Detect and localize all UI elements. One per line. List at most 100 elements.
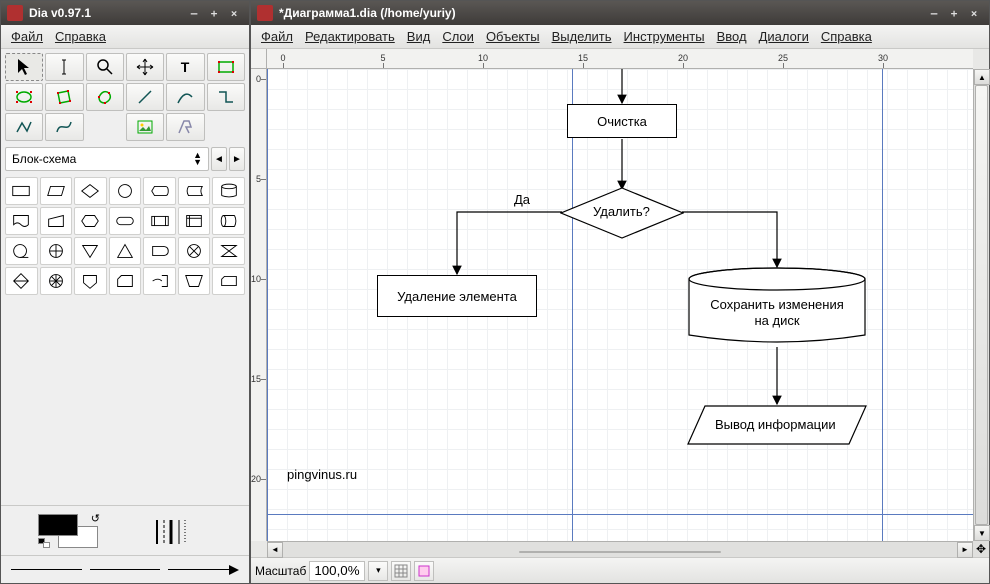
shape-preparation[interactable] (74, 207, 107, 235)
shape-collate[interactable] (212, 237, 245, 265)
pointer-tool[interactable] (5, 53, 43, 81)
sheet-combo[interactable]: Блок-схема ▲▼ (5, 147, 209, 171)
color-swatch[interactable]: ↺ (38, 514, 98, 548)
horizontal-ruler[interactable]: 051015202530 (267, 49, 973, 69)
sheet-name: Блок-схема (12, 152, 76, 166)
scroll-left-icon[interactable]: ◄ (267, 542, 283, 558)
canvas[interactable]: Очистка Удалить? Да Удаление элемента Со… (267, 69, 973, 541)
line-tool[interactable] (126, 83, 164, 111)
menu-help[interactable]: Справка (49, 27, 112, 46)
shape-summing[interactable] (40, 267, 73, 295)
zigzag-tool[interactable] (207, 83, 245, 111)
scroll-up-icon[interactable]: ▲ (974, 69, 990, 85)
shape-extract[interactable] (109, 237, 142, 265)
minimize-button[interactable]: – (185, 4, 203, 22)
shape-loop-limit[interactable] (212, 267, 245, 295)
menu-file[interactable]: Файл (5, 27, 49, 46)
shape-sort[interactable] (5, 267, 38, 295)
menu-edit[interactable]: Редактировать (299, 27, 401, 46)
shape-predefined[interactable] (143, 207, 176, 235)
maximize-button[interactable]: + (205, 4, 223, 22)
menu-dialogs[interactable]: Диалоги (753, 27, 815, 46)
zoom-dropdown[interactable]: ▾ (368, 561, 388, 581)
fg-color[interactable] (38, 514, 78, 536)
connectors (267, 69, 973, 541)
snap-object-toggle[interactable] (414, 561, 434, 581)
text-edit-tool[interactable] (45, 53, 83, 81)
shape-process[interactable] (5, 177, 38, 205)
toolbox-title: Dia v0.97.1 (29, 6, 91, 20)
shape-manual-op[interactable] (178, 267, 211, 295)
shape-parallelogram[interactable] (40, 177, 73, 205)
zoom-input[interactable] (309, 561, 365, 581)
arrow-end[interactable] (168, 561, 239, 579)
polyline-tool[interactable] (5, 113, 43, 141)
shape-sequential-data[interactable] (5, 237, 38, 265)
image-tool[interactable] (126, 113, 164, 141)
sheet-next[interactable]: ► (229, 147, 245, 171)
shape-display[interactable] (143, 177, 176, 205)
toolbox-titlebar[interactable]: Dia v0.97.1 – + × (1, 1, 249, 25)
menu-layers[interactable]: Слои (436, 27, 480, 46)
outline-tool[interactable] (166, 113, 204, 141)
sheet-selector-row: Блок-схема ▲▼ ◄ ► (1, 145, 249, 173)
shape-connector[interactable] (109, 177, 142, 205)
menu-view[interactable]: Вид (401, 27, 437, 46)
process-box[interactable]: Очистка (567, 104, 677, 138)
navigate-icon[interactable]: ✥ (973, 541, 989, 557)
shape-or[interactable] (40, 237, 73, 265)
text-tool[interactable]: T (166, 53, 204, 81)
toolbox-window: Dia v0.97.1 – + × Файл Справка T Блок-сх… (0, 0, 250, 584)
sheet-prev[interactable]: ◄ (211, 147, 227, 171)
scroll-tool[interactable] (126, 53, 164, 81)
line-style-icon[interactable] (152, 514, 212, 548)
canvas-titlebar[interactable]: *Диаграмма1.dia (/home/yuriy) – + × (251, 1, 989, 25)
minimize-button[interactable]: – (925, 4, 943, 22)
menu-file[interactable]: Файл (255, 27, 299, 46)
shape-internal-storage[interactable] (178, 207, 211, 235)
arc-tool[interactable] (166, 83, 204, 111)
color-row: ↺ (1, 505, 249, 555)
menu-tools[interactable]: Инструменты (618, 27, 711, 46)
shape-database[interactable] (212, 177, 245, 205)
vertical-scrollbar[interactable]: ▲ ▼ (973, 69, 989, 541)
swap-colors-icon[interactable]: ↺ (91, 512, 100, 525)
shape-sum[interactable] (178, 237, 211, 265)
shape-direct-data[interactable] (212, 207, 245, 235)
doc-icon (257, 5, 273, 21)
line-style[interactable] (90, 561, 161, 579)
menu-select[interactable]: Выделить (546, 27, 618, 46)
shape-terminal[interactable] (109, 207, 142, 235)
menu-help[interactable]: Справка (815, 27, 878, 46)
default-colors-icon[interactable] (38, 538, 50, 548)
scroll-down-icon[interactable]: ▼ (974, 525, 990, 541)
shape-merge[interactable] (74, 237, 107, 265)
canvas-menubar: Файл Редактировать Вид Слои Объекты Выде… (251, 25, 989, 49)
shape-annotation[interactable] (143, 267, 176, 295)
horizontal-scrollbar[interactable]: ◄ ► (267, 541, 973, 557)
shape-manual-input[interactable] (40, 207, 73, 235)
shape-card[interactable] (109, 267, 142, 295)
process-box[interactable]: Удаление элемента (377, 275, 537, 317)
canvas-area: 051015202530 05101520 Очистка (251, 49, 989, 557)
shape-stored-data[interactable] (178, 177, 211, 205)
beziergon-tool[interactable] (86, 83, 124, 111)
scroll-right-icon[interactable]: ► (957, 542, 973, 558)
magnify-tool[interactable] (86, 53, 124, 81)
shape-offpage[interactable] (74, 267, 107, 295)
bezier-tool[interactable] (45, 113, 83, 141)
menu-input[interactable]: Ввод (711, 27, 753, 46)
arrow-start[interactable] (11, 561, 82, 579)
polygon-tool[interactable] (45, 83, 83, 111)
menu-objects[interactable]: Объекты (480, 27, 546, 46)
close-button[interactable]: × (965, 4, 983, 22)
snap-grid-toggle[interactable] (391, 561, 411, 581)
shape-document[interactable] (5, 207, 38, 235)
vertical-ruler[interactable]: 05101520 (251, 69, 267, 541)
close-button[interactable]: × (225, 4, 243, 22)
ellipse-tool[interactable] (5, 83, 43, 111)
shape-delay[interactable] (143, 237, 176, 265)
box-tool[interactable] (207, 53, 245, 81)
shape-decision[interactable] (74, 177, 107, 205)
maximize-button[interactable]: + (945, 4, 963, 22)
